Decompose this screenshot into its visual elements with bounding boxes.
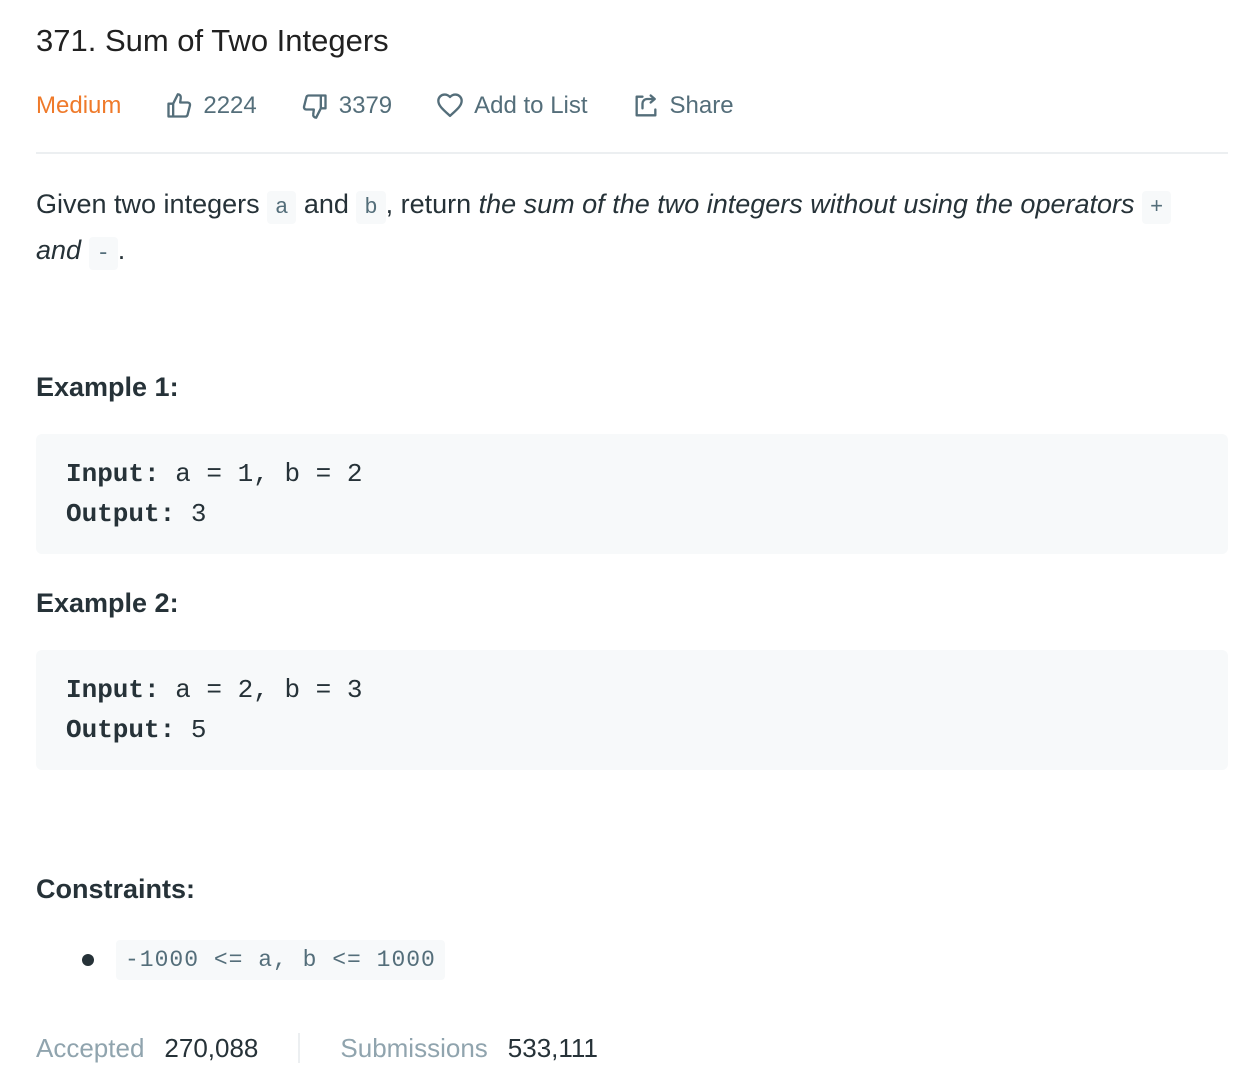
desc-text: and <box>296 189 357 219</box>
code-minus: - <box>88 237 118 270</box>
share-button[interactable]: Share <box>632 92 734 120</box>
problem-title: 371. Sum of Two Integers <box>36 23 389 58</box>
desc-text: . <box>117 235 126 265</box>
thumbs-down-icon <box>301 92 329 120</box>
input-value: a = 2, b = 3 <box>159 675 363 705</box>
like-button[interactable]: 2224 <box>165 92 257 120</box>
submissions-count: 533,111 <box>507 1032 598 1063</box>
example-1-input: Input: a = 1, b = 2 <box>66 454 1198 494</box>
example-2-input: Input: a = 2, b = 3 <box>66 670 1198 710</box>
difficulty-label: Medium <box>36 92 122 119</box>
share-icon <box>632 92 660 120</box>
input-value: a = 1, b = 2 <box>159 459 363 489</box>
example-1-heading: Example 1: <box>36 372 179 402</box>
header-divider <box>36 152 1228 154</box>
dislike-button[interactable]: 3379 <box>301 92 392 120</box>
desc-emphasis: the sum of the two integers without usin… <box>478 189 1142 219</box>
desc-text: , return <box>385 189 479 219</box>
desc-emphasis: and <box>36 235 89 265</box>
stats-divider <box>298 1033 301 1063</box>
example-2-block: Input: a = 2, b = 3 Output: 5 <box>36 650 1228 770</box>
input-label: Input: <box>66 459 160 489</box>
input-label: Input: <box>66 675 160 705</box>
code-a: a <box>267 191 297 224</box>
example-1-output: Output: 3 <box>66 494 1198 534</box>
constraint-code: -1000 <= a, b <= 1000 <box>116 940 445 980</box>
output-label: Output: <box>66 715 176 745</box>
thumbs-up-icon <box>165 92 193 120</box>
output-value: 5 <box>175 715 207 745</box>
output-label: Output: <box>66 499 176 529</box>
submissions-label: Submissions <box>340 1032 488 1063</box>
output-value: 3 <box>175 499 207 529</box>
example-1-block: Input: a = 1, b = 2 Output: 3 <box>36 434 1228 554</box>
heart-icon <box>436 92 464 120</box>
constraint-item: -1000 <= a, b <= 1000 <box>82 940 445 980</box>
accepted-count: 270,088 <box>164 1032 259 1063</box>
submission-stats: Accepted 270,088 Submissions 533,111 <box>36 1028 598 1068</box>
dislike-count: 3379 <box>338 92 393 119</box>
like-count: 2224 <box>203 92 257 119</box>
code-plus: + <box>1142 191 1172 224</box>
constraints-heading: Constraints: <box>36 874 196 904</box>
code-b: b <box>356 191 386 224</box>
desc-text: Given two integers <box>36 189 268 219</box>
bullet-point <box>82 954 94 966</box>
example-2-output: Output: 5 <box>66 710 1198 750</box>
share-label: Share <box>669 92 734 119</box>
example-2-heading: Example 2: <box>36 588 179 618</box>
add-to-list-button[interactable]: Add to List <box>436 92 588 120</box>
problem-description: Given two integers a and b, return the s… <box>36 183 1216 275</box>
problem-meta-bar: Medium 2224 3379 Add to List Share <box>36 84 778 128</box>
accepted-label: Accepted <box>36 1032 145 1063</box>
add-to-list-label: Add to List <box>474 92 588 119</box>
